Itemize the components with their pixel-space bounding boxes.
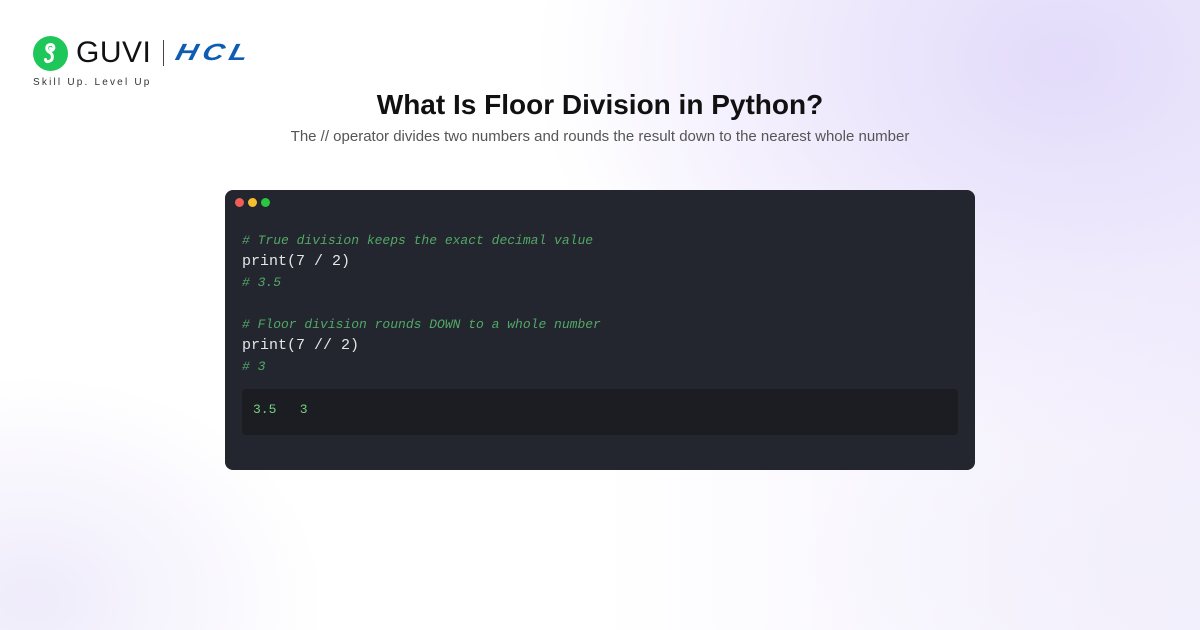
code-statement-line: print(7 // 2) [242,337,360,354]
minimize-dot-icon [248,198,257,207]
brand-divider [163,40,165,66]
code-comment-line: # Floor division rounds DOWN to a whole … [242,317,601,332]
output-text: 3.5 3 [253,402,308,417]
brand-header: GUVI HCL Skill Up. Level Up [33,35,256,88]
code-block: # True division keeps the exact decimal … [242,230,601,377]
code-comment-line: # 3.5 [242,275,282,290]
code-comment-line: # True division keeps the exact decimal … [242,233,594,248]
maximize-dot-icon [261,198,270,207]
page-title: What Is Floor Division in Python? [376,89,824,120]
brand-logo-row[interactable]: GUVI HCL [33,35,256,71]
output-panel: 3.5 3 [242,389,958,435]
guvi-wordmark: GUVI [76,36,152,69]
brand-tagline: Skill Up. Level Up [33,77,152,88]
code-comment-line: # 3 [242,359,266,374]
close-dot-icon [235,198,244,207]
hcl-wordmark: HCL [173,39,257,66]
code-window: # True division keeps the exact decimal … [225,190,975,470]
page-subtitle: The // operator divides two numbers and … [290,128,910,145]
guvi-logo-icon [33,35,68,71]
window-controls [235,198,274,207]
code-statement-line: print(7 / 2) [242,253,351,270]
